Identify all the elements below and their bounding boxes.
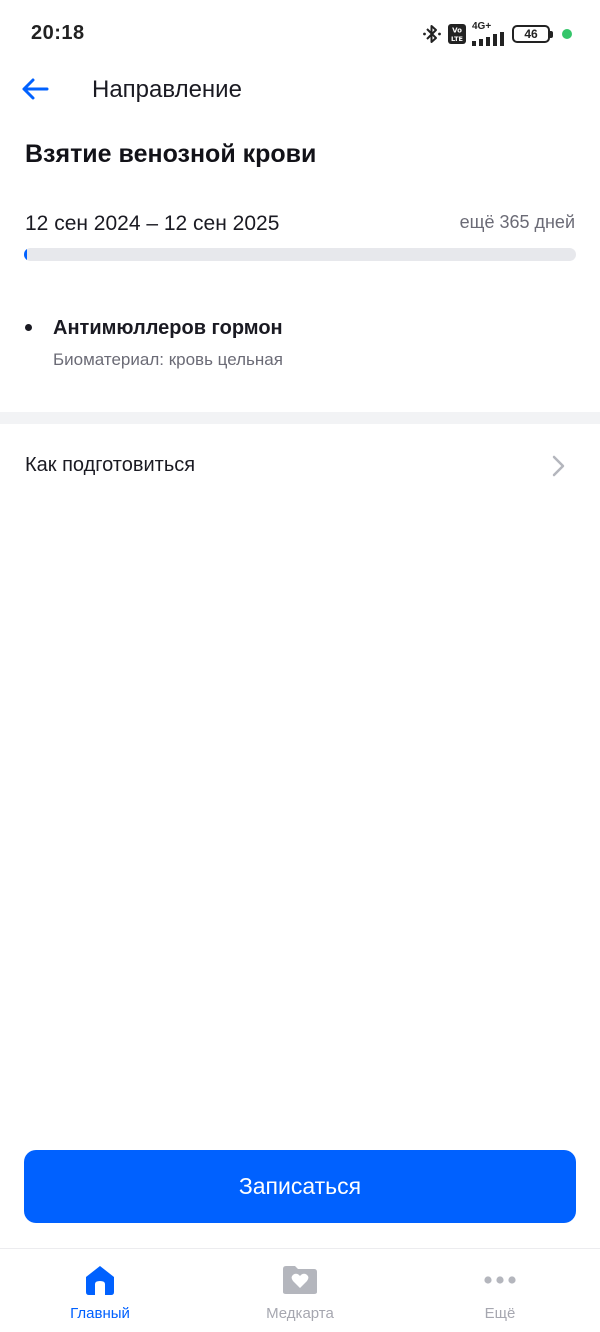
privacy-indicator-dot: [562, 29, 572, 39]
nav-item-home[interactable]: Главный: [0, 1249, 200, 1332]
how-to-prepare-row[interactable]: Как подготовиться: [0, 424, 600, 508]
bullet-icon: [25, 324, 32, 331]
how-to-prepare-label: Как подготовиться: [25, 454, 196, 476]
status-time: 20:18: [31, 22, 85, 44]
page-title: Направление: [92, 76, 242, 103]
validity-progress-fill: [24, 248, 27, 261]
nav-label-medcard: Медкарта: [266, 1305, 334, 1322]
nav-label-more: Ещё: [484, 1305, 516, 1322]
back-button[interactable]: [18, 72, 52, 106]
referral-title: Взятие венозной крови: [25, 140, 317, 168]
svg-text:LTE: LTE: [451, 35, 463, 43]
battery-level: 46: [524, 27, 538, 41]
status-bar: 20:18 Vo LTE 4G+ 46: [0, 0, 600, 68]
days-left-label: ещё 365 дней: [459, 212, 575, 232]
battery-icon: 46: [512, 25, 553, 43]
bluetooth-icon: [422, 23, 442, 45]
network-type: 4G+: [472, 21, 492, 32]
nav-label-home: Главный: [70, 1305, 130, 1322]
book-appointment-button[interactable]: Записаться: [24, 1150, 576, 1223]
nav-item-more[interactable]: Ещё: [400, 1249, 600, 1332]
test-biomaterial: Биоматериал: кровь цельная: [53, 350, 283, 369]
more-dots-icon: [482, 1263, 518, 1297]
status-icons: Vo LTE 4G+ 46: [422, 20, 572, 48]
nav-item-medcard[interactable]: Медкарта: [200, 1249, 400, 1332]
signal-icon: 4G+: [472, 22, 506, 46]
medcard-folder-icon: [282, 1263, 318, 1297]
bottom-navigation: Главный Медкарта Ещё: [0, 1248, 600, 1332]
arrow-left-icon: [22, 78, 49, 100]
test-name: Антимюллеров гормон: [53, 317, 283, 339]
volte-icon: Vo LTE: [448, 24, 466, 44]
validity-progress-bar: [24, 248, 576, 261]
referral-date-range: 12 сен 2024 – 12 сен 2025: [25, 212, 280, 235]
chevron-right-icon: [552, 455, 565, 477]
svg-text:Vo: Vo: [452, 27, 462, 35]
top-app-bar: Направление: [0, 68, 600, 112]
section-divider: [0, 412, 600, 424]
home-icon: [82, 1263, 118, 1297]
